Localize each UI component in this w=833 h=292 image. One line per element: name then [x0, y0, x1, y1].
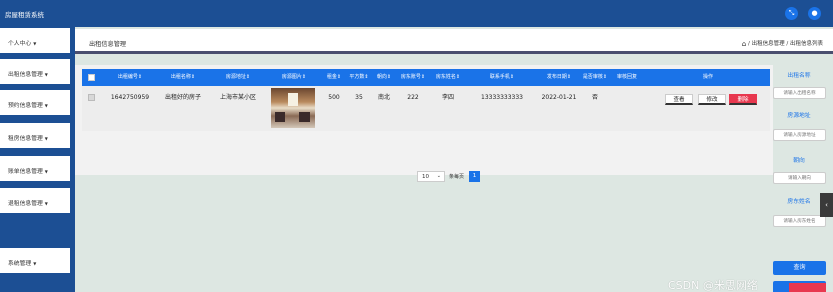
- photo-window: [288, 93, 298, 106]
- sidebar-item-system[interactable]: 系统管理 ▼: [0, 248, 70, 273]
- delete-button[interactable]: 删除: [729, 94, 757, 105]
- cell-audit-reply: [610, 86, 644, 109]
- column-header-actions: 操作: [702, 74, 713, 80]
- cell-address: 上海市某小区: [219, 94, 256, 101]
- edit-button[interactable]: 修改: [698, 94, 726, 105]
- column-header-audit-reply[interactable]: 审核回复: [610, 69, 644, 86]
- cell-audited: 否: [591, 94, 598, 101]
- breadcrumb: ⌂ / 出租信息管理 / 出租信息列表: [741, 40, 823, 48]
- column-header-phone[interactable]: 联系手机⇕: [466, 69, 538, 86]
- watermark-text: CSDN @米思网络: [668, 279, 758, 292]
- photo-chair: [299, 112, 310, 122]
- cell-landlord-name: 李四: [441, 94, 454, 101]
- cell-name: 出租好的房子: [164, 94, 201, 101]
- cell-orientation: 南北: [377, 94, 390, 101]
- column-header-area[interactable]: 平方数⇕: [346, 69, 372, 86]
- chevron-down-icon: ▼: [44, 201, 48, 206]
- cell-id: 1642750959: [110, 94, 150, 101]
- photo-chair: [275, 112, 285, 122]
- chevron-down-icon: ▼: [44, 169, 48, 174]
- main-area: 出租信息管理 ⌂ / 出租信息管理 / 出租信息列表 出租编号⇕ 出租名称⇕ 房…: [75, 27, 833, 292]
- column-header-publish-date[interactable]: 发布日期⇕: [538, 69, 580, 86]
- cell-publish-date: 2022-01-21: [541, 94, 577, 101]
- chevron-down-icon: ▼: [44, 136, 48, 141]
- table-row[interactable]: 1642750959 出租好的房子 上海市某小区 500 35 南北 222 李…: [82, 86, 770, 131]
- sidebar-item-checkout-info[interactable]: 退租信息管理 ▼: [0, 188, 70, 213]
- search-name-input[interactable]: [773, 87, 826, 99]
- content-panel: 出租编号⇕ 出租名称⇕ 房源地址⇕ 房源图片⇕ 租金⇕ 平方数⇕ 朝向⇕ 房东账…: [75, 65, 773, 182]
- breadcrumb-item[interactable]: 出租信息管理: [752, 41, 785, 47]
- page-number-current[interactable]: 1: [469, 171, 480, 182]
- page-size-select[interactable]: 10 ⌄: [417, 171, 445, 182]
- sidebar-item-label: 系统管理: [8, 261, 32, 267]
- expand-arrows-icon[interactable]: ⤡: [785, 7, 798, 20]
- sidebar-item-label: 租房信息管理: [8, 136, 43, 142]
- chevron-down-icon: ▼: [44, 72, 48, 77]
- breadcrumb-item-current: 出租信息列表: [789, 41, 823, 47]
- chevron-down-icon: ⌄: [436, 173, 441, 179]
- house-photo[interactable]: [271, 88, 315, 128]
- sidebar-item-label: 账单信息管理: [8, 169, 43, 175]
- sidebar-item-label: 退租信息管理: [8, 201, 43, 207]
- cell-phone: 13333333333: [481, 94, 523, 101]
- sidebar-item-label: 个人中心: [8, 41, 32, 47]
- delete-button-partial[interactable]: [789, 283, 826, 292]
- search-landlord-input[interactable]: [773, 215, 826, 227]
- column-header-id[interactable]: 出租编号⇕: [104, 69, 156, 86]
- column-header-orientation[interactable]: 朝向⇕: [372, 69, 396, 86]
- column-header-audited[interactable]: 是否审核⇕: [580, 69, 610, 86]
- chevron-down-icon: ▼: [44, 103, 48, 108]
- breadcrumb-bar: 出租信息管理 ⌂ / 出租信息管理 / 出租信息列表: [75, 29, 833, 54]
- search-label-address: 房源地址: [787, 113, 811, 119]
- cell-landlord-account: 222: [407, 94, 419, 101]
- column-header-landlord-name[interactable]: 房东姓名⇕: [430, 69, 466, 86]
- page-title: 出租信息管理: [89, 41, 127, 48]
- view-button[interactable]: 查看: [665, 94, 693, 105]
- sidebar-item-label: 预约信息管理: [8, 103, 43, 109]
- page-size-value: 10: [422, 174, 429, 180]
- table-header: 出租编号⇕ 出租名称⇕ 房源地址⇕ 房源图片⇕ 租金⇕ 平方数⇕ 朝向⇕ 房东账…: [82, 69, 770, 86]
- search-address-input[interactable]: [773, 129, 826, 141]
- sidebar-item-bill-info[interactable]: 账单信息管理 ▼: [0, 156, 70, 181]
- search-label-orientation: 朝向: [793, 158, 805, 164]
- home-icon[interactable]: ⌂: [742, 40, 746, 48]
- search-orientation-input[interactable]: [773, 172, 826, 184]
- sidebar-item-reservation-info[interactable]: 预约信息管理 ▼: [0, 90, 70, 115]
- column-header-rent[interactable]: 租金⇕: [322, 69, 346, 86]
- cell-area: 35: [355, 94, 363, 101]
- sidebar-item-label: 出租信息管理: [8, 72, 43, 78]
- per-page-label: 条每页: [449, 174, 465, 180]
- column-header-name[interactable]: 出租名称⇕: [156, 69, 210, 86]
- top-bar: 房屋租赁系统 ⤡ ●: [0, 0, 833, 27]
- column-header-landlord-account[interactable]: 房东账号⇕: [396, 69, 430, 86]
- sidebar-item-personal-center[interactable]: 个人中心 ▼: [0, 28, 70, 53]
- search-label-name: 出租名称: [787, 73, 811, 79]
- select-all-checkbox[interactable]: [88, 74, 95, 81]
- sidebar: 个人中心 ▼ 出租信息管理 ▼ 预约信息管理 ▼ 租房信息管理 ▼ 账单信息管理 ▼ 退租…: [0, 27, 75, 292]
- chevron-left-icon[interactable]: ‹: [820, 193, 833, 217]
- column-header-image[interactable]: 房源图片⇕: [266, 69, 322, 86]
- row-checkbox[interactable]: [88, 94, 95, 101]
- sidebar-item-lease-info[interactable]: 租房信息管理 ▼: [0, 123, 70, 148]
- app-title: 房屋租赁系统: [5, 11, 44, 19]
- sidebar-item-rental-info[interactable]: 出租信息管理 ▼: [0, 59, 70, 84]
- chevron-down-icon: ▼: [33, 261, 37, 266]
- chevron-down-icon: ▼: [33, 41, 37, 46]
- query-button[interactable]: 查询: [773, 261, 826, 275]
- user-icon[interactable]: ●: [808, 7, 821, 20]
- cell-rent: 500: [328, 94, 340, 101]
- column-header-address[interactable]: 房源地址⇕: [210, 69, 266, 86]
